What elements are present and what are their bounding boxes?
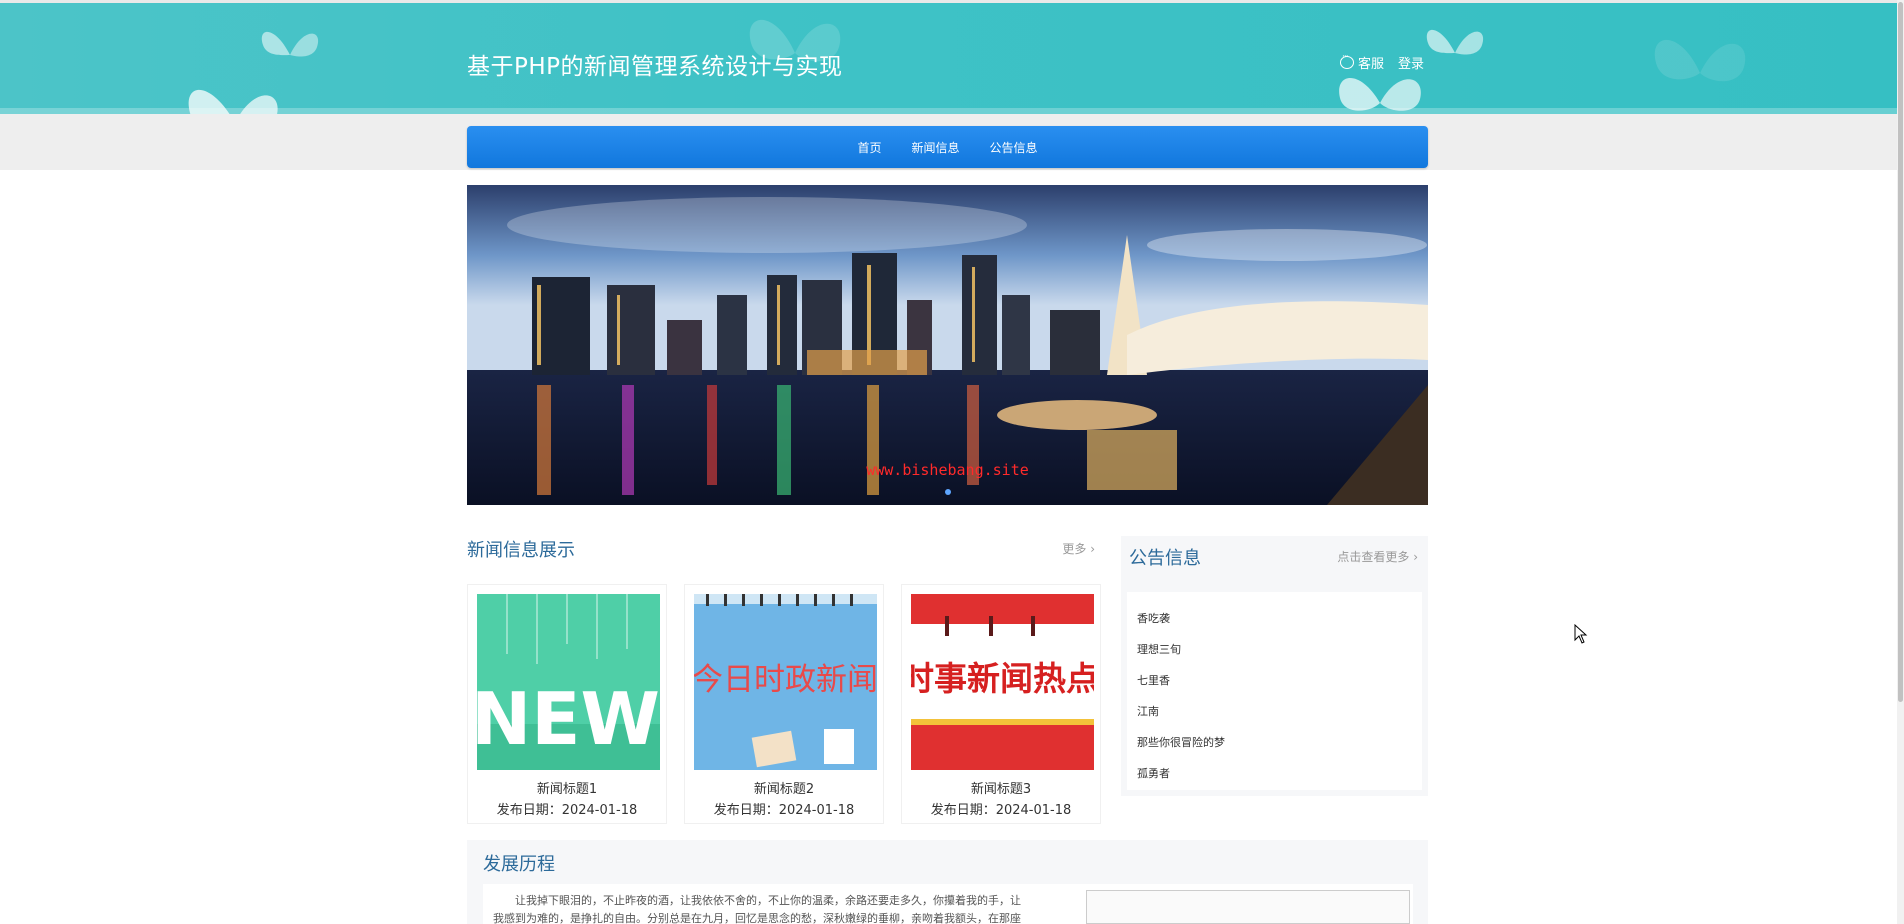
news-card-date: 发布日期：2024-01-18 xyxy=(930,803,1072,818)
city-skyline-image xyxy=(467,185,1428,505)
history-body: 让我掉下眼泪的，不止昨夜的酒，让我依依不舍的，不止你的温柔，余路还要走多久，你攥… xyxy=(483,884,1413,924)
notice-title: 公告信息 xyxy=(1129,548,1201,569)
news-card-title: 新闻标题3 xyxy=(970,782,1032,797)
news-image-text: 时事新闻热点 xyxy=(911,659,1094,698)
notice-item[interactable]: 江南 xyxy=(1137,703,1159,719)
hero-banner[interactable]: www.bishebang.site xyxy=(467,185,1428,505)
history-title: 发展历程 xyxy=(483,854,555,875)
notice-item[interactable]: 香吃袭 xyxy=(1137,610,1170,626)
news-more-link[interactable]: 更多 › xyxy=(1062,540,1095,557)
news-cards: NEWS 新闻标题1 发布日期：2024-01-18 今日时政新闻 xyxy=(467,584,1102,824)
login-link[interactable]: 登录 xyxy=(1398,53,1424,72)
nav-item-home[interactable]: 首页 xyxy=(857,139,881,156)
history-text: 让我掉下眼泪的，不止昨夜的酒，让我依依不舍的，不止你的温柔，余路还要走多久，你攥… xyxy=(493,894,1021,924)
notice-item[interactable]: 七里香 xyxy=(1137,672,1170,688)
news-card-image: NEWS xyxy=(477,594,660,770)
news-image-text: 今日时政新闻 xyxy=(694,662,877,698)
news-card-title: 新闻标题2 xyxy=(753,782,815,797)
page-scrollbar[interactable] xyxy=(1897,0,1904,924)
news-card[interactable]: NEWS 新闻标题1 发布日期：2024-01-18 xyxy=(467,584,667,824)
scrollbar-thumb[interactable] xyxy=(1898,2,1903,702)
news-card-image: 时事新闻热点 xyxy=(911,594,1094,770)
news-card-date: 发布日期：2024-01-18 xyxy=(713,803,855,818)
main-nav: 首页 新闻信息 公告信息 xyxy=(467,126,1428,168)
notice-more-link[interactable]: 点击查看更多 › xyxy=(1337,548,1418,565)
notice-item[interactable]: 理想三旬 xyxy=(1137,641,1181,657)
news-card-date: 发布日期：2024-01-18 xyxy=(496,803,638,818)
notice-item[interactable]: 那些你很冒险的梦 xyxy=(1137,734,1225,750)
news-section-title: 新闻信息展示 xyxy=(467,540,575,561)
news-card[interactable]: 今日时政新闻 新闻标题2 发布日期：2024-01-18 xyxy=(684,584,884,824)
butterfly-decoration-icon xyxy=(188,89,278,114)
notice-list: 香吃袭 理想三旬 七里香 江南 那些你很冒险的梦 孤勇者 xyxy=(1127,592,1422,790)
top-links: 客服 登录 xyxy=(1340,52,1424,72)
nav-item-news[interactable]: 新闻信息 xyxy=(911,139,959,156)
mouse-cursor-icon xyxy=(1574,624,1588,644)
site-header: 基于PHP的新闻管理系统设计与实现 客服 登录 xyxy=(0,0,1904,114)
site-title: 基于PHP的新闻管理系统设计与实现 xyxy=(467,54,843,80)
news-card-image: 今日时政新闻 xyxy=(694,594,877,770)
service-link[interactable]: 客服 xyxy=(1340,52,1385,72)
nav-item-notice[interactable]: 公告信息 xyxy=(990,139,1038,156)
banner-watermark: www.bishebang.site xyxy=(866,461,1029,479)
news-card[interactable]: 时事新闻热点 新闻标题3 发布日期：2024-01-18 xyxy=(901,584,1101,824)
history-section: 发展历程 让我掉下眼泪的，不止昨夜的酒，让我依依不舍的，不止你的温柔，余路还要走… xyxy=(467,840,1428,924)
service-label: 客服 xyxy=(1358,57,1385,72)
history-image-placeholder xyxy=(1086,890,1410,924)
butterfly-decoration-icon xyxy=(1654,39,1746,82)
chat-bubble-icon xyxy=(1340,52,1354,69)
news-card-title: 新闻标题1 xyxy=(536,782,598,797)
news-image-text: NEWS xyxy=(477,677,660,761)
carousel-dot[interactable] xyxy=(945,489,951,495)
login-label: 登录 xyxy=(1398,57,1425,72)
notice-panel: 公告信息 点击查看更多 › 香吃袭 理想三旬 七里香 江南 那些你很冒险的梦 孤… xyxy=(1121,536,1428,796)
notice-item[interactable]: 孤勇者 xyxy=(1137,765,1170,781)
news-section-header: 新闻信息展示 更多 › xyxy=(467,536,1095,561)
butterfly-decoration-icon xyxy=(1426,29,1484,55)
